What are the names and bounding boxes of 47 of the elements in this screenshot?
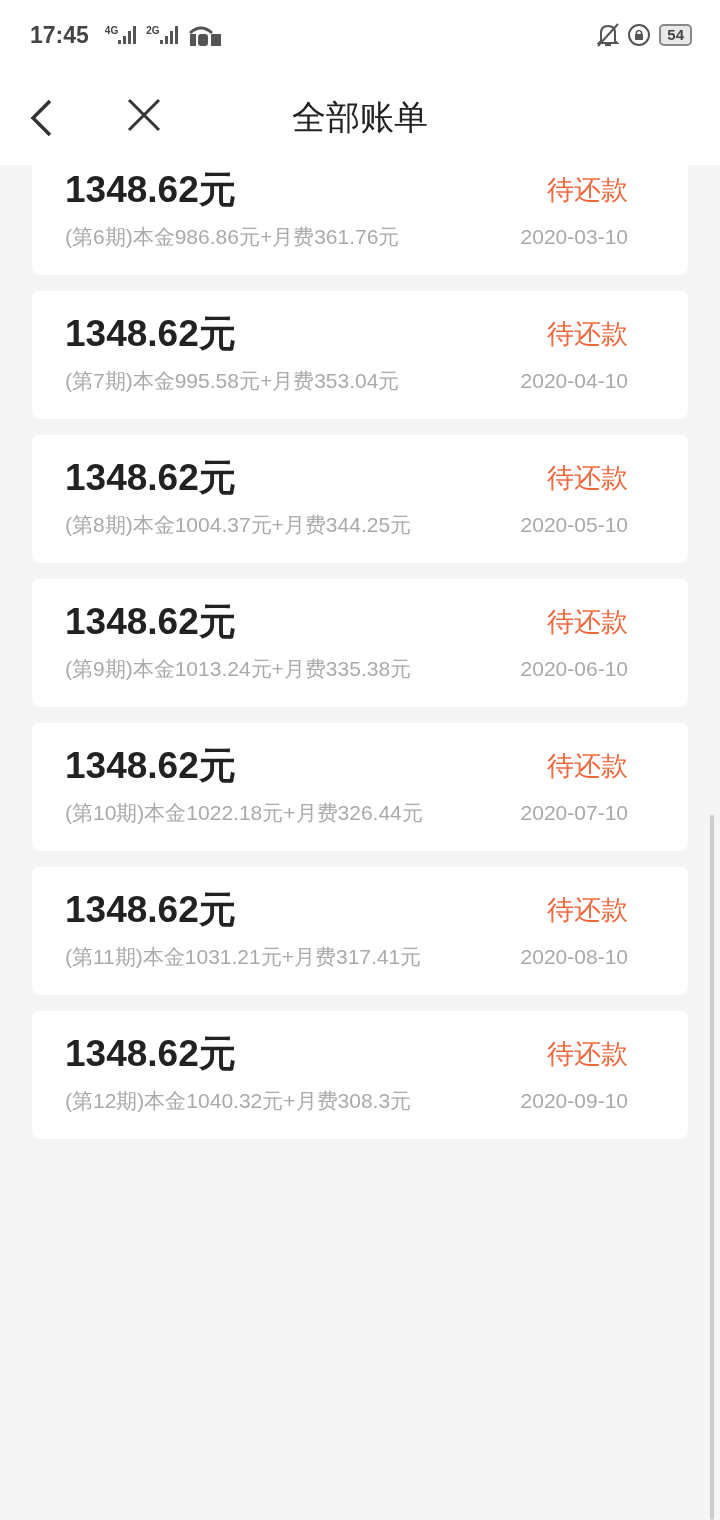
- bill-status: 待还款: [547, 1038, 628, 1071]
- bill-amount: 1348.62元: [65, 1032, 236, 1076]
- bill-amount: 1348.62元: [65, 312, 236, 356]
- bill-card[interactable]: 1348.62元 待还款 (第8期)本金1004.37元+月费344.25元 2020-05-10: [32, 435, 688, 563]
- bill-amount: 1348.62元: [65, 600, 236, 644]
- signal-icon: [159, 26, 180, 44]
- bill-detail: (第6期)本金986.86元+月费361.76元: [65, 224, 401, 250]
- bill-card[interactable]: 1348.62元 待还款 (第12期)本金1040.32元+月费308.3元 2020-09-10: [32, 1011, 688, 1139]
- bill-detail: (第10期)本金1022.18元+月费326.44元: [65, 800, 424, 826]
- bill-status: 待还款: [547, 750, 628, 783]
- bill-card[interactable]: 1348.62元 待还款 (第9期)本金1013.24元+月费335.38元 2020-06-10: [32, 579, 688, 707]
- bill-status: 待还款: [547, 462, 628, 495]
- back-icon[interactable]: [28, 99, 54, 137]
- bill-status: 待还款: [547, 606, 628, 639]
- bill-amount: 1348.62元: [65, 888, 236, 932]
- network-label: 2G: [146, 26, 160, 36]
- page-title: 全部账单: [292, 97, 428, 138]
- bill-detail: (第8期)本金1004.37元+月费344.25元: [65, 512, 413, 538]
- bill-card[interactable]: 1348.62元 待还款 (第7期)本金995.58元+月费353.04元 2020-04-10: [32, 291, 688, 419]
- bill-card[interactable]: 1348.62元 待还款 (第11期)本金1031.21元+月费317.41元 2020-08-10: [32, 867, 688, 995]
- due-date: 2020-05-10: [520, 512, 628, 538]
- bill-detail: (第7期)本金995.58元+月费353.04元: [65, 368, 401, 394]
- bill-amount: 1348.62元: [65, 744, 236, 788]
- bill-card[interactable]: 1348.62元 待还款 (第6期)本金986.86元+月费361.76元 2020-03-10: [32, 165, 688, 275]
- bill-status: 待还款: [547, 894, 628, 927]
- signal-icon: [118, 26, 139, 44]
- close-icon[interactable]: [127, 98, 161, 132]
- network-label: 4G: [104, 26, 119, 36]
- bill-detail: (第12期)本金1040.32元+月费308.3元: [65, 1088, 413, 1114]
- bill-detail: (第11期)本金1031.21元+月费317.41元: [65, 944, 423, 970]
- rotation-lock-icon: [627, 23, 652, 47]
- clock: 17:45: [30, 20, 89, 50]
- bill-status: 待还款: [547, 174, 628, 207]
- due-date: 2020-06-10: [520, 656, 628, 682]
- bell-muted-icon: [597, 23, 620, 47]
- due-date: 2020-07-10: [520, 800, 628, 826]
- bill-amount: 1348.62元: [65, 456, 236, 500]
- due-date: 2020-08-10: [520, 944, 628, 970]
- bill-amount: 1348.62元: [65, 168, 236, 212]
- due-date: 2020-03-10: [520, 224, 628, 250]
- due-date: 2020-09-10: [520, 1088, 628, 1114]
- bill-card[interactable]: 1348.62元 待还款 (第10期)本金1022.18元+月费326.44元 2020-07-10: [32, 723, 688, 851]
- due-date: 2020-04-10: [520, 368, 628, 394]
- bill-detail: (第9期)本金1013.24元+月费335.38元: [65, 656, 413, 682]
- bill-status: 待还款: [547, 318, 628, 351]
- battery-indicator: 54: [659, 24, 692, 46]
- hd-icon: [187, 23, 222, 47]
